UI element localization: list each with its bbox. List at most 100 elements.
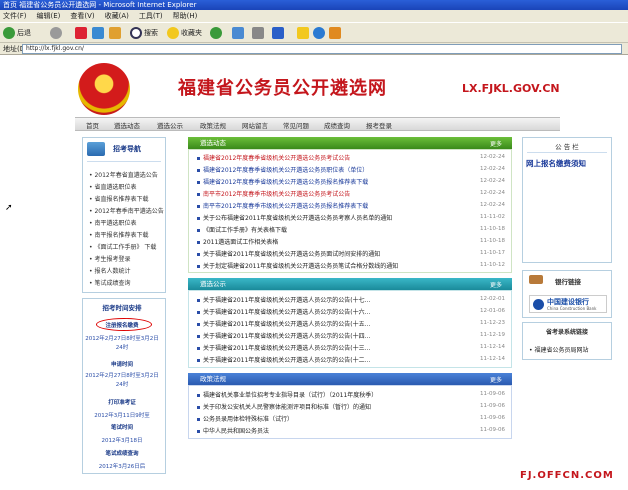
register-link[interactable]: 注册报名缴费 — [80, 321, 164, 329]
menu-edit[interactable]: 编辑(E) — [37, 12, 61, 20]
mail-icon — [232, 27, 244, 39]
computer-icon — [87, 142, 105, 156]
ccb-logo-icon — [533, 299, 544, 310]
news-item[interactable]: 福建省2012年度春季省级机关公开遴选公务员报名推荐表下载 — [197, 177, 368, 186]
register-time: 2012年2月27日8时至3月2日24时 — [85, 336, 159, 351]
menu-favorites[interactable]: 收藏(A) — [105, 12, 129, 20]
stop-icon — [75, 27, 87, 39]
folder-button[interactable] — [297, 26, 311, 40]
left-nav-item[interactable]: • 省直遴选职位表 — [89, 182, 136, 191]
favorites-button[interactable]: 收藏夹 — [167, 26, 202, 40]
publicity-item[interactable]: 关于福建省2011年度省级机关公开遴选人员公示的公告(十二... — [197, 355, 370, 364]
edit-button[interactable] — [272, 26, 286, 40]
mail-button[interactable] — [232, 26, 246, 40]
left-nav-item[interactable]: • 南平遴选职位表 — [89, 218, 136, 227]
nav-score[interactable]: 成绩查询 — [324, 120, 350, 130]
star-icon — [167, 27, 179, 39]
back-icon — [3, 27, 15, 39]
research-button[interactable] — [329, 26, 343, 40]
score-query-link[interactable]: 笔试成绩查询 — [80, 449, 164, 457]
nav-guestbook[interactable]: 网站留言 — [242, 120, 268, 130]
schedule-title: 招考时间安排 — [102, 304, 142, 312]
publicity-item[interactable]: 关于福建省2011年度省级机关公开遴选人员公示的公告(十三... — [197, 343, 370, 352]
print-admission-link[interactable]: 打印准考证 — [80, 398, 164, 406]
nav-faq[interactable]: 常见问题 — [283, 120, 309, 130]
apply-label: 申请时间 — [110, 362, 133, 368]
news-date: 11-09-06 — [480, 391, 505, 397]
policy-item[interactable]: 公务员录用体检特殊标准（试行） — [197, 414, 293, 423]
back-button[interactable]: 后退 — [3, 26, 31, 40]
news-date: 11-10-12 — [480, 262, 505, 268]
printer-icon — [252, 27, 264, 39]
left-nav-item[interactable]: • 《面试工作手册》 下载 — [89, 242, 156, 251]
messenger-button[interactable] — [313, 26, 327, 40]
main-nav: 首页 遴选动态 遴选公示 政策法规 网站留言 常见问题 成绩查询 报考登录 — [75, 117, 560, 131]
news-item[interactable]: 《面试工作手册》有关表格下载 — [197, 225, 287, 234]
news-date: 12-02-24 — [480, 190, 505, 196]
nav-policy[interactable]: 政策法规 — [200, 120, 226, 130]
publicity-item[interactable]: 关于福建省2011年度省级机关公开遴选人员公示的公告(十四... — [197, 331, 370, 340]
address-bar: 地址(D) http://lx.fjkl.gov.cn/ — [0, 43, 628, 55]
policy-item[interactable]: 中华人民共和国公务员法 — [197, 426, 269, 435]
media-button[interactable] — [210, 26, 224, 40]
menu-bar: 文件(F) 编辑(E) 查看(V) 收藏(A) 工具(T) 帮助(H) — [0, 10, 628, 22]
search-icon — [130, 27, 142, 39]
bank-title: 银行链接 — [555, 278, 581, 286]
left-nav-item[interactable]: • 考生报考登录 — [89, 254, 130, 263]
left-nav-item[interactable]: • 2012年春季南平遴选公告 — [89, 206, 164, 215]
news-item[interactable]: 南平市2012年度春季市级机关公开遴选公务员报名推荐表下载 — [197, 201, 368, 210]
bank-icon — [529, 275, 543, 284]
publicity-item[interactable]: 关于福建省2011年度省级机关公开遴选人员公示的公告(十六... — [197, 307, 370, 316]
home-button[interactable] — [109, 26, 123, 40]
left-nav-item[interactable]: • 2012年春省直遴选公告 — [89, 170, 158, 179]
publicity-item[interactable]: 关于福建省2011年度省级机关公开遴选人员公示的公告(十七... — [197, 295, 370, 304]
policy-item[interactable]: 福建省机关事业单位招考专业指导目录（试行）（2011年度秋季） — [197, 390, 377, 399]
exam-links-item[interactable]: • 福建省公务员局网站 — [529, 345, 588, 354]
left-nav-item[interactable]: • 省直报名推荐表下载 — [89, 194, 148, 203]
ccb-link[interactable]: 中国建设银行 China Construction Bank — [529, 295, 607, 313]
policy-more-link[interactable]: 更多 — [490, 375, 502, 384]
dynamics-list: 福建省2012年度春季省级机关公开遴选公务员考试公告 12-02-24 福建省20… — [188, 149, 512, 273]
dynamics-more-link[interactable]: 更多 — [490, 139, 502, 148]
news-date: 11-12-14 — [480, 356, 505, 362]
left-nav-panel: 招考导航 • 2012年春省直遴选公告 • 省直遴选职位表 • 省直报名推荐表下… — [82, 137, 166, 293]
divider — [87, 161, 161, 162]
left-nav-item[interactable]: • 笔试成绩查询 — [89, 278, 130, 287]
news-item[interactable]: 关于福建省2011年度省级机关公开遴选公务员面试时间安排的通知 — [197, 249, 380, 258]
forward-icon — [50, 27, 62, 39]
menu-tools[interactable]: 工具(T) — [139, 12, 163, 20]
news-item[interactable]: 关于划定福建省2011年度省级机关公开遴选公务员笔试合格分数线的通知 — [197, 261, 398, 270]
publicity-more-link[interactable]: 更多 — [490, 280, 502, 289]
bulletin-title: 公 告 栏 — [555, 143, 579, 151]
news-item[interactable]: 2011遴选面试工作相关表格 — [197, 237, 278, 246]
news-date: 11-10-18 — [480, 238, 505, 244]
news-item[interactable]: 关于公布福建省2011年度省级机关公开遴选公务员考察人员名单的通知 — [197, 213, 392, 222]
site-title: 福建省公务员公开遴选网 — [178, 78, 387, 99]
nav-home[interactable]: 首页 — [86, 120, 99, 130]
news-item[interactable]: 福建省2012年度春季省级机关公开遴选公务员职位表（单位） — [197, 165, 368, 174]
news-date: 11-09-06 — [480, 427, 505, 433]
publicity-item[interactable]: 关于福建省2011年度省级机关公开遴选人员公示的公告(十五... — [197, 319, 370, 328]
forward-button[interactable] — [50, 26, 64, 40]
address-input[interactable]: http://lx.fjkl.gov.cn/ — [22, 44, 622, 54]
news-date: 11-11-02 — [480, 214, 505, 220]
policy-item[interactable]: 关于印发公安机关人民警察体能测评项目和标准（暂行）的通知 — [197, 402, 371, 411]
nav-login[interactable]: 报考登录 — [366, 120, 392, 130]
left-nav-item[interactable]: • 报名人数统计 — [89, 266, 130, 275]
menu-help[interactable]: 帮助(H) — [173, 12, 198, 20]
menu-view[interactable]: 查看(V) — [70, 12, 94, 20]
bulletin-link[interactable]: 网上报名缴费须知 — [526, 158, 586, 169]
nav-dynamics[interactable]: 遴选动态 — [114, 120, 140, 130]
publicity-list: 关于福建省2011年度省级机关公开遴选人员公示的公告(十七... 12-02-01… — [188, 290, 512, 368]
stop-button[interactable] — [75, 26, 89, 40]
search-button[interactable]: 搜索 — [130, 26, 158, 40]
print-button[interactable] — [252, 26, 266, 40]
bank-panel: 银行链接 中国建设银行 China Construction Bank — [522, 270, 612, 318]
refresh-button[interactable] — [92, 26, 106, 40]
menu-file[interactable]: 文件(F) — [3, 12, 27, 20]
nav-publicity[interactable]: 遴选公示 — [157, 120, 183, 130]
left-nav-item[interactable]: • 南平报名推荐表下载 — [89, 230, 148, 239]
news-item[interactable]: 南平市2012年度春季市级机关公开遴选公务员考试公告 — [197, 189, 350, 198]
news-date: 11-09-06 — [480, 415, 505, 421]
news-item[interactable]: 福建省2012年度春季省级机关公开遴选公务员考试公告 — [197, 153, 350, 162]
